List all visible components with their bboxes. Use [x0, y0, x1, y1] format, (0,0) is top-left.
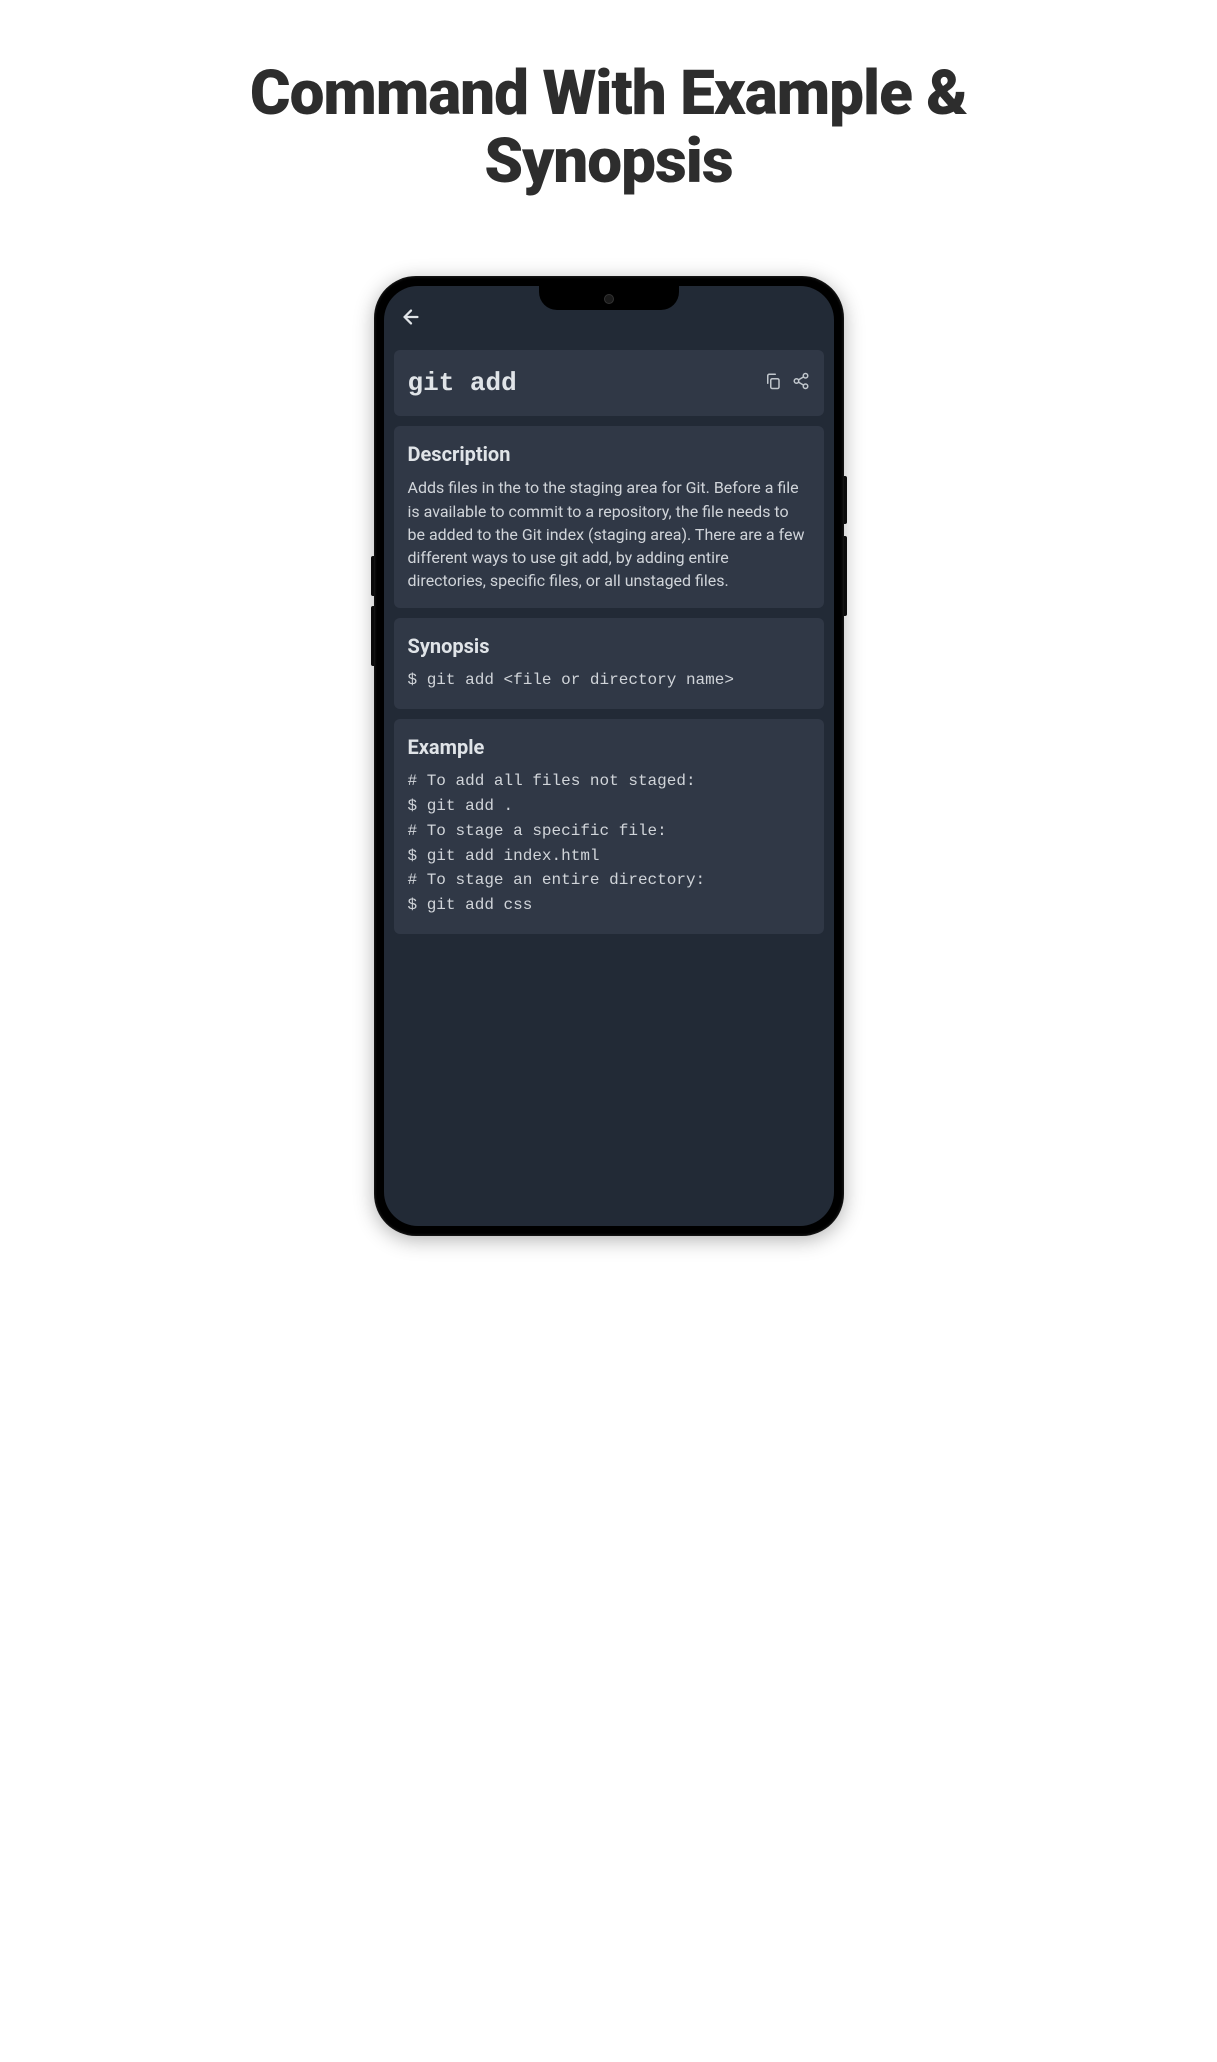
synopsis-heading: Synopsis: [408, 634, 810, 658]
example-heading: Example: [408, 735, 810, 759]
synopsis-card: Synopsis $ git add <file or directory na…: [394, 618, 824, 709]
phone-side-button: [844, 536, 847, 616]
phone-volume-up-button: [371, 556, 374, 596]
example-card: Example # To add all files not staged: $…: [394, 719, 824, 934]
back-arrow-icon[interactable]: [400, 306, 422, 334]
phone-power-button: [844, 476, 847, 524]
command-name: git add: [408, 368, 517, 398]
phone-notch: [539, 286, 679, 310]
description-body: Adds files in the to the staging area fo…: [408, 476, 810, 592]
copy-icon[interactable]: [764, 372, 782, 394]
phone-frame: git add: [374, 276, 844, 1236]
command-actions: [764, 372, 810, 394]
phone-volume-down-button: [371, 606, 374, 666]
command-header-card: git add: [394, 350, 824, 416]
description-card: Description Adds files in the to the sta…: [394, 426, 824, 608]
page-title: Command With Example & Synopsis: [159, 60, 1059, 196]
screen-content: git add: [384, 286, 834, 954]
share-icon[interactable]: [792, 372, 810, 394]
example-code: # To add all files not staged: $ git add…: [408, 769, 810, 918]
synopsis-code: $ git add <file or directory name>: [408, 668, 810, 693]
phone-screen: git add: [384, 286, 834, 1226]
description-heading: Description: [408, 442, 810, 466]
